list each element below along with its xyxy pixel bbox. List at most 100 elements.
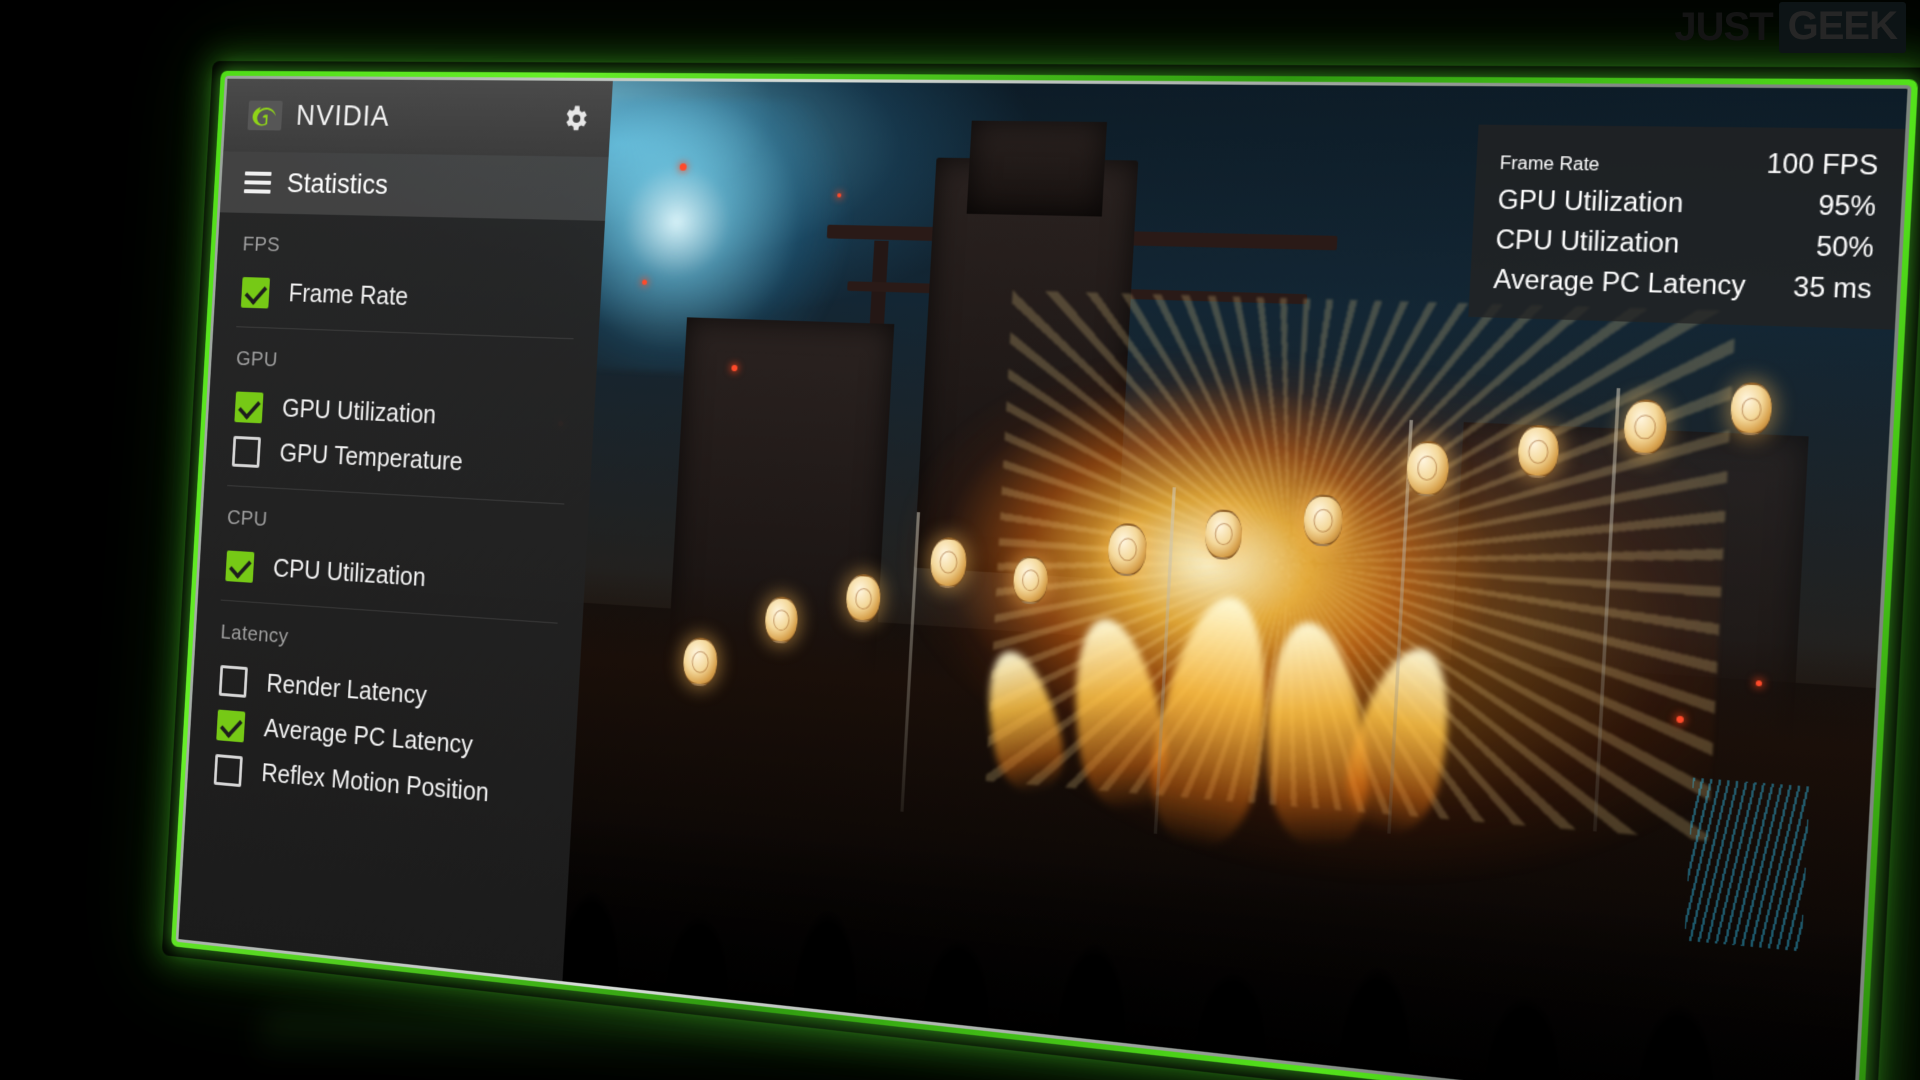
option-cpu-utilization[interactable]: CPU Utilization: [221, 543, 561, 610]
checkbox-unchecked-icon[interactable]: [218, 665, 248, 698]
lantern-5: [1012, 555, 1049, 605]
checkbox-checked-icon[interactable]: [216, 709, 246, 743]
lantern-3: [845, 573, 882, 624]
lantern-11: [1622, 398, 1668, 456]
torii-post-right: [1016, 243, 1047, 528]
ember-6: [1675, 715, 1684, 724]
option-gpu-temperature[interactable]: GPU Temperature: [228, 429, 568, 491]
monitor-perspective-wrap: Frame Rate 100 FPS GPU Utilization 95% C…: [0, 0, 1920, 1080]
scene-tower-upper: [966, 120, 1107, 217]
option-group-fps: FPS Frame Rate: [236, 212, 581, 340]
option-group-latency: Latency Render Latency Average PC Latenc…: [209, 601, 557, 835]
lantern-2: [763, 596, 799, 645]
option-label: GPU Utilization: [281, 394, 437, 430]
stat-label: GPU Utilization: [1497, 184, 1685, 218]
screenshot-root: JUST GEEK Frame Rate 100 FPS GPU Utiliza…: [0, 0, 1920, 1080]
stat-label: Frame Rate: [1499, 154, 1600, 176]
stat-value: 95%: [1817, 190, 1877, 222]
torii-bar-mid: [847, 281, 1308, 305]
flame-4: [1335, 638, 1468, 844]
option-gpu-utilization[interactable]: GPU Utilization: [230, 384, 570, 445]
option-group-cpu: CPU CPU Utilization: [220, 486, 565, 624]
stat-label: CPU Utilization: [1494, 224, 1681, 259]
torii-bar-top: [826, 225, 1338, 251]
watermark-geek: GEEK: [1778, 2, 1906, 53]
nvidia-brand-title: NVIDIA: [295, 99, 391, 133]
scene-sky: [199, 78, 1908, 688]
lantern-9: [1404, 439, 1450, 497]
monitor-bezel: Frame Rate 100 FPS GPU Utilization 95% C…: [171, 70, 1919, 1080]
sidebar-header: NVIDIA: [223, 78, 613, 158]
scene-fire-rays: [985, 290, 1737, 841]
scene-crowd-silhouettes: [178, 783, 1863, 1080]
stat-row: Frame Rate 100 FPS: [1499, 141, 1879, 187]
scene-ground: [178, 542, 1879, 1080]
lantern-6: [1107, 522, 1149, 578]
group-title: Latency: [219, 620, 290, 649]
stat-row: Average PC Latency 35 ms: [1493, 260, 1873, 310]
stat-value: 100 FPS: [1765, 148, 1880, 181]
nvidia-eye-logo-icon: [247, 100, 283, 131]
stat-row: CPU Utilization 50%: [1495, 220, 1875, 269]
sidebar-nav-statistics[interactable]: Statistics: [219, 151, 609, 221]
group-title: GPU: [235, 346, 279, 372]
firework-burst: [500, 98, 859, 379]
option-label: Reflex Motion Position: [260, 759, 490, 808]
performance-stats-overlay: Frame Rate 100 FPS GPU Utilization 95% C…: [1468, 124, 1906, 330]
ember-2: [731, 364, 738, 372]
ember-4: [557, 420, 563, 427]
checkbox-checked-icon[interactable]: [240, 277, 271, 309]
group-title: FPS: [242, 232, 281, 257]
gaming-monitor: Frame Rate 100 FPS GPU Utilization 95% C…: [171, 70, 1919, 1080]
flame-1: [1060, 613, 1175, 816]
scene-building-left: [666, 317, 895, 697]
option-frame-rate[interactable]: Frame Rate: [237, 270, 577, 326]
torii-post-left: [859, 240, 890, 520]
lantern-pole-2: [1154, 487, 1177, 834]
lantern-8: [1302, 493, 1344, 548]
option-label: Render Latency: [265, 669, 428, 711]
flame-5: [974, 645, 1072, 799]
checkbox-unchecked-icon[interactable]: [231, 435, 261, 468]
ember-1: [642, 279, 648, 286]
hamburger-menu-icon[interactable]: [243, 171, 272, 194]
flame-2: [1141, 588, 1286, 856]
option-reflex-motion-position[interactable]: Reflex Motion Position: [210, 747, 549, 822]
ember-3: [836, 193, 841, 198]
option-average-pc-latency[interactable]: Average PC Latency: [212, 702, 551, 776]
watermark-just: JUST: [1674, 5, 1773, 49]
stat-value: 50%: [1815, 231, 1875, 263]
group-title: CPU: [226, 505, 269, 531]
monitor-bezel-inner: Frame Rate 100 FPS GPU Utilization 95% C…: [175, 75, 1912, 1080]
nvidia-overlay-sidebar: NVIDIA Statistics FPS Frame Rate GPU GPU…: [178, 78, 613, 982]
lantern-pole-4: [1592, 388, 1621, 832]
ember-7: [1756, 680, 1763, 687]
checkbox-unchecked-icon[interactable]: [213, 753, 243, 788]
scene-tower-main: [914, 157, 1139, 581]
lantern-1: [682, 636, 719, 688]
stat-row: GPU Utilization 95%: [1497, 180, 1877, 227]
option-label: Frame Rate: [287, 279, 409, 312]
option-group-gpu: GPU GPU Utilization GPU Temperature: [227, 327, 574, 505]
stat-value: 35 ms: [1792, 271, 1873, 305]
lantern-10: [1517, 424, 1560, 479]
scene-blue-hologram: [1683, 777, 1811, 952]
option-label: CPU Utilization: [272, 554, 427, 593]
lantern-7: [1204, 508, 1244, 561]
gear-icon[interactable]: [560, 103, 590, 134]
checkbox-checked-icon[interactable]: [234, 391, 264, 424]
option-label: GPU Temperature: [278, 439, 464, 477]
checkbox-checked-icon[interactable]: [225, 550, 255, 583]
ember-5: [679, 162, 687, 171]
monitor-screen: Frame Rate 100 FPS GPU Utilization 95% C…: [178, 78, 1908, 1080]
lantern-4: [929, 536, 968, 589]
lantern-12: [1730, 382, 1774, 437]
stat-label: Average PC Latency: [1492, 264, 1747, 301]
game-scene: [178, 78, 1908, 1080]
scene-fire-core: [879, 306, 1736, 984]
flame-3: [1257, 618, 1373, 849]
option-render-latency[interactable]: Render Latency: [215, 658, 554, 730]
sidebar-nav-label: Statistics: [286, 167, 389, 200]
sidebar-options-body: FPS Frame Rate GPU GPU Utilization GPU T…: [178, 212, 605, 981]
scene-building-right: [1445, 422, 1809, 786]
